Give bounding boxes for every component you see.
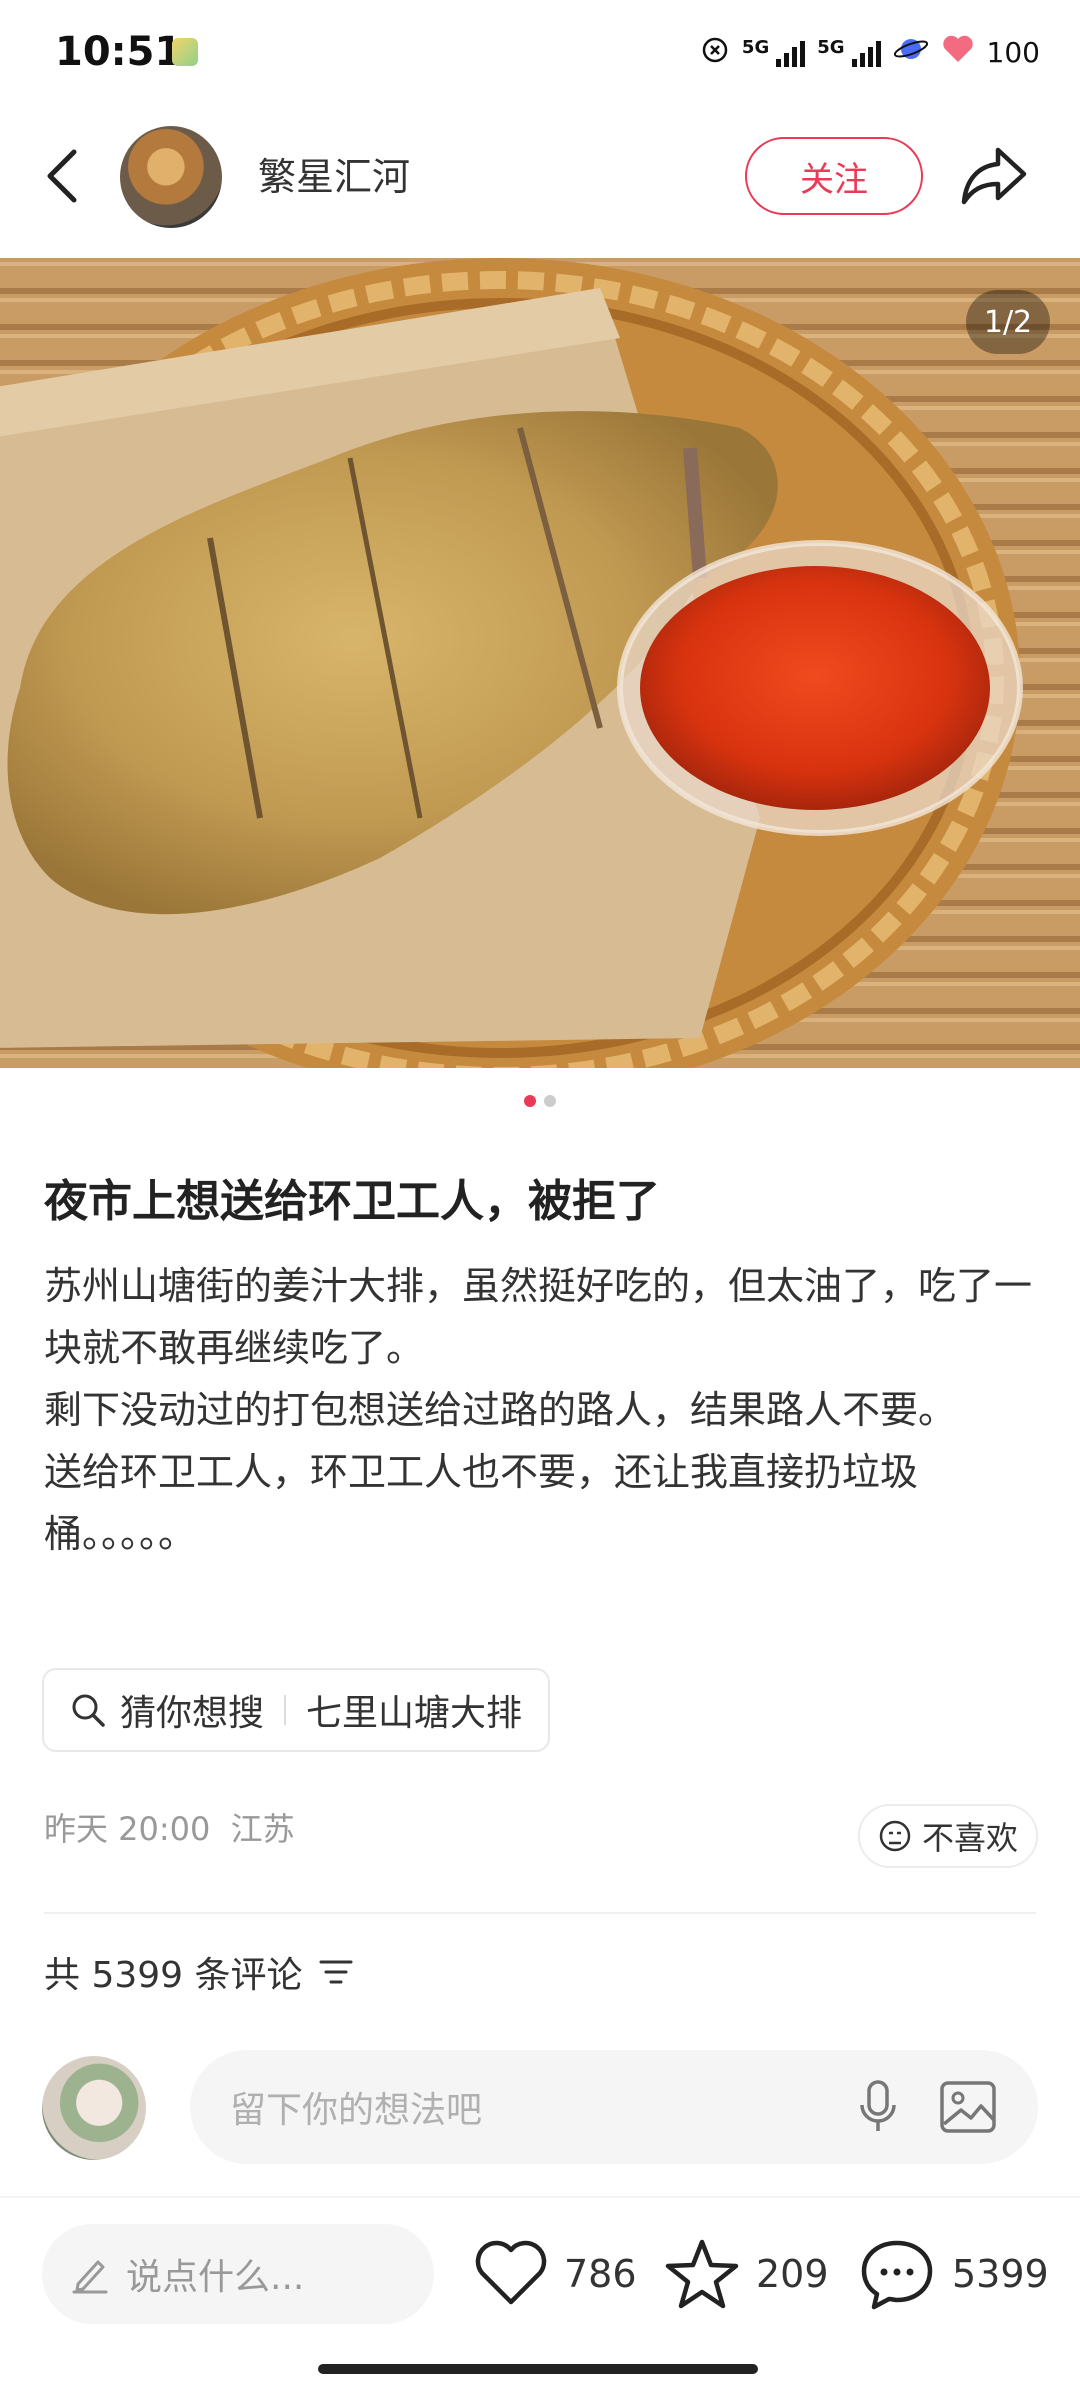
alarm-icon bbox=[700, 34, 730, 71]
status-time: 10:51 bbox=[55, 29, 183, 75]
collect-button[interactable]: 209 bbox=[664, 2226, 829, 2322]
post-title: 夜市上想送给环卫工人，被拒了 bbox=[44, 1176, 660, 1227]
comment-input-placeholder: 留下你的想法吧 bbox=[230, 2090, 483, 2131]
pencil-icon bbox=[72, 2260, 108, 2294]
post-body-paragraph-2: 剩下没动过的打包想送给过路的路人，结果路人不要。 bbox=[44, 1388, 957, 1432]
comment-count: 5399 bbox=[952, 2252, 1049, 2296]
back-button[interactable] bbox=[34, 140, 90, 212]
app-notification-icon bbox=[172, 38, 198, 66]
follow-button[interactable]: 关注 bbox=[745, 137, 923, 215]
search-icon bbox=[72, 1694, 105, 1727]
author-avatar[interactable] bbox=[120, 126, 222, 228]
home-indicator[interactable] bbox=[318, 2364, 758, 2374]
comment-button[interactable]: 5399 bbox=[858, 2226, 1049, 2322]
heart-battery-icon bbox=[941, 34, 975, 71]
planet-icon bbox=[893, 34, 929, 71]
post-date: 昨天 20:00 bbox=[44, 1810, 211, 1848]
star-icon bbox=[665, 2239, 739, 2309]
like-button[interactable]: 786 bbox=[474, 2226, 637, 2322]
dislike-label: 不喜欢 bbox=[921, 1819, 1018, 1857]
search-suggestion-chip[interactable]: 猜你想搜 七里山塘大排 bbox=[42, 1668, 551, 1752]
post-photo[interactable] bbox=[0, 258, 1080, 1068]
unhappy-face-icon bbox=[879, 1820, 911, 1852]
post-meta: 昨天 20:00 江苏 bbox=[44, 1804, 295, 1850]
collect-count: 209 bbox=[756, 2252, 829, 2296]
search-suggestion-term: 七里山塘大排 bbox=[306, 1693, 523, 1734]
battery-level: 100 bbox=[986, 35, 1040, 69]
dislike-button[interactable]: 不喜欢 bbox=[858, 1804, 1038, 1868]
image-page-counter: 1/2 bbox=[966, 290, 1050, 354]
comment-count-label: 共 5399 条评论 bbox=[44, 1955, 303, 1996]
carousel-indicator bbox=[0, 1095, 1080, 1107]
microphone-icon[interactable] bbox=[848, 2077, 908, 2137]
say-something-placeholder: 说点什么... bbox=[126, 2257, 305, 2298]
post-body: 苏州山塘街的姜汁大排，虽然挺好吃的，但太油了，吃了一块就不敢再继续吃了。 剩下没… bbox=[44, 1255, 1044, 1565]
chat-bubble-icon bbox=[861, 2240, 933, 2310]
search-suggestion-prefix: 猜你想搜 bbox=[120, 1693, 265, 1734]
comment-input[interactable]: 留下你的想法吧 bbox=[190, 2050, 1038, 2164]
like-count: 786 bbox=[564, 2252, 637, 2296]
post-body-paragraph-1: 苏州山塘街的姜汁大排，虽然挺好吃的，但太油了，吃了一块就不敢再继续吃了。 bbox=[44, 1264, 1033, 1370]
author-name[interactable]: 繁星汇河 bbox=[258, 150, 410, 204]
share-icon bbox=[961, 147, 1027, 205]
signal-strength-icon-2: 5G bbox=[817, 37, 881, 67]
signal-strength-icon: 5G bbox=[742, 37, 806, 67]
heart-icon bbox=[475, 2240, 547, 2305]
status-indicators: 5G 5G 100 bbox=[700, 28, 1040, 76]
sort-filter-icon[interactable] bbox=[319, 1957, 353, 1987]
chip-divider bbox=[284, 1695, 287, 1725]
comment-count-header: 共 5399 条评论 bbox=[44, 1946, 353, 1998]
say-something-input[interactable]: 说点什么... bbox=[42, 2224, 434, 2324]
carousel-dot-1[interactable] bbox=[524, 1095, 536, 1107]
share-button[interactable] bbox=[958, 142, 1030, 210]
post-location: 江苏 bbox=[230, 1810, 295, 1848]
section-divider bbox=[44, 1912, 1036, 1914]
current-user-avatar[interactable] bbox=[42, 2056, 146, 2160]
bottom-bar-divider bbox=[0, 2196, 1080, 2198]
image-icon[interactable] bbox=[938, 2077, 998, 2137]
post-body-paragraph-3: 送给环卫工人，环卫工人也不要，还让我直接扔垃圾桶。。。。。 bbox=[44, 1450, 919, 1556]
food-photo-illustration bbox=[0, 258, 1080, 1068]
chevron-left-icon bbox=[47, 149, 77, 203]
carousel-dot-2[interactable] bbox=[544, 1095, 556, 1107]
